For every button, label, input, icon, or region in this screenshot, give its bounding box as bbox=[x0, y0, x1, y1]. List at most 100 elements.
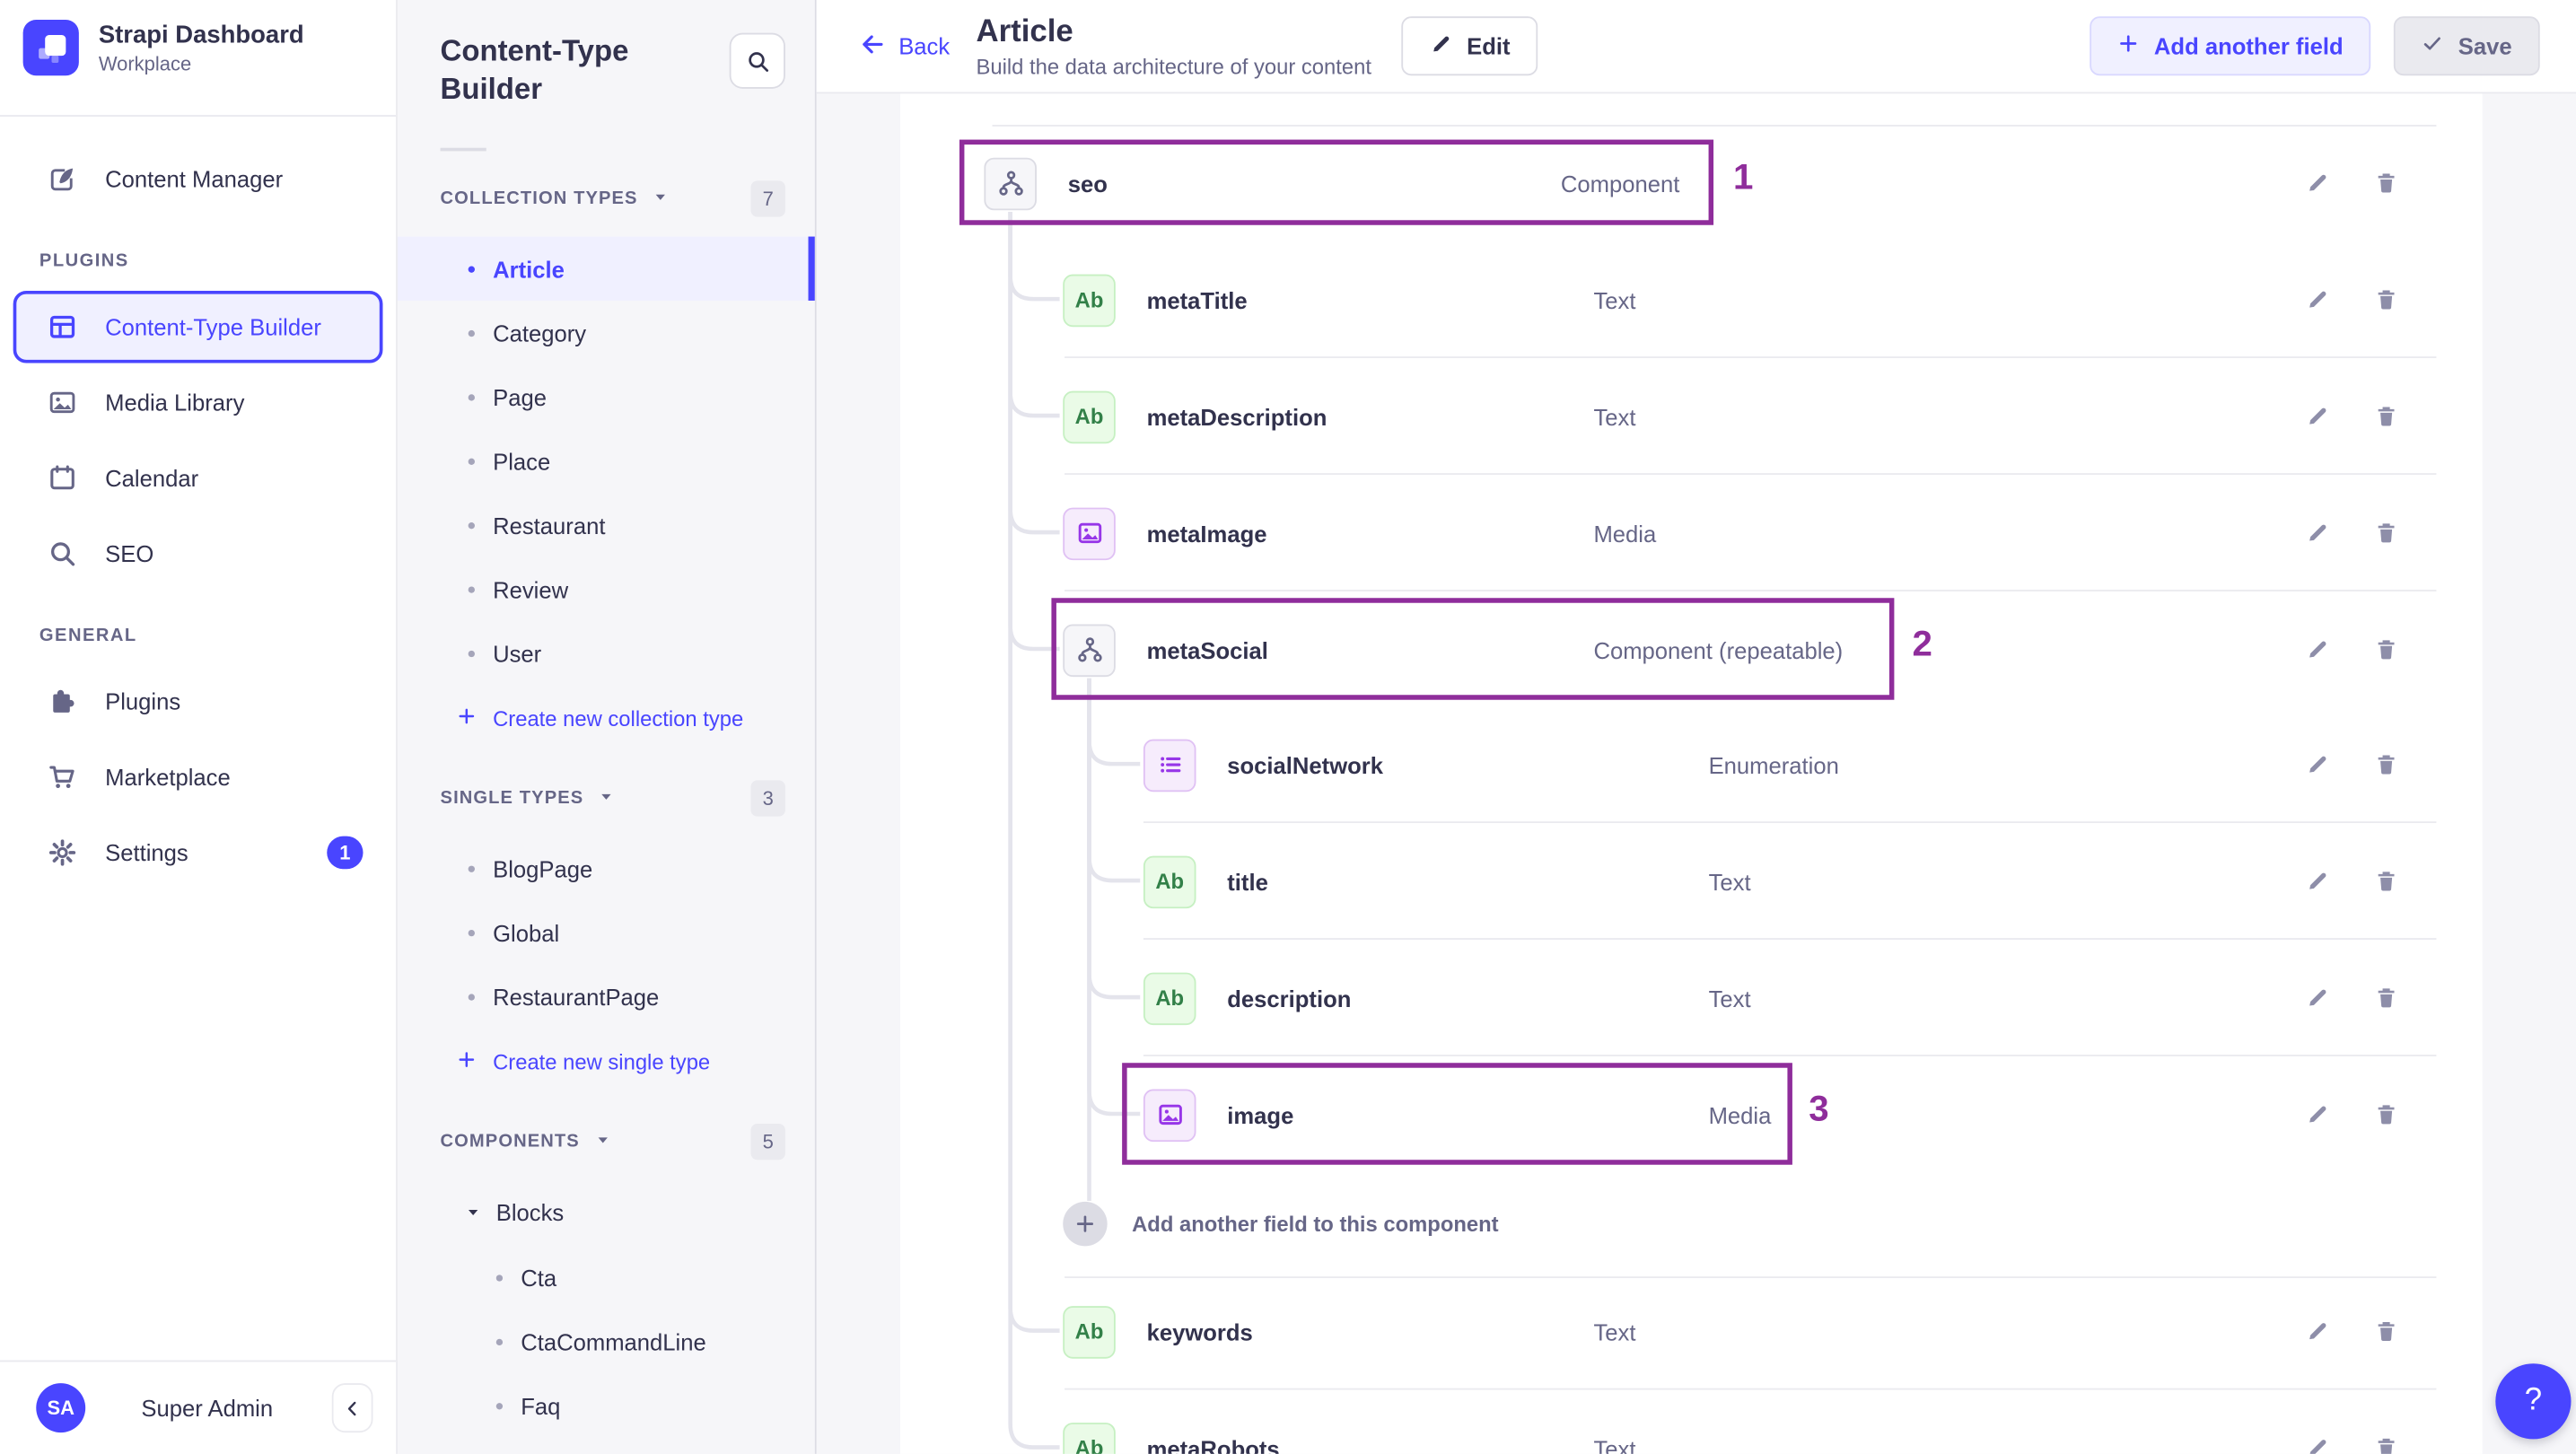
panel-item-place[interactable]: Place bbox=[398, 429, 815, 493]
count-badge: 7 bbox=[750, 180, 785, 217]
add-another-field-button[interactable]: Add another field bbox=[2090, 16, 2371, 76]
create-new-link[interactable]: Create new single type bbox=[398, 1029, 815, 1094]
nav-item-label: Settings bbox=[105, 839, 188, 866]
panel-item-features[interactable]: Features bbox=[398, 1438, 815, 1454]
panel-item-category[interactable]: Category bbox=[398, 301, 815, 364]
trash-icon[interactable] bbox=[2372, 868, 2398, 894]
field-type: Text bbox=[1708, 868, 1751, 895]
text-icon: Ab bbox=[1143, 854, 1196, 908]
field-name: metaRobots bbox=[1146, 1434, 1280, 1454]
panel-section-header[interactable]: SINGLE TYPES 3 bbox=[398, 760, 815, 836]
create-new-link[interactable]: Create new collection type bbox=[398, 685, 815, 750]
row-actions bbox=[2303, 520, 2398, 546]
trash-icon[interactable] bbox=[2372, 286, 2398, 312]
pencil-icon[interactable] bbox=[2303, 403, 2329, 429]
pencil-icon[interactable] bbox=[2303, 170, 2329, 196]
nav-section-label: GENERAL bbox=[39, 626, 137, 646]
panel-group-blocks[interactable]: Blocks bbox=[398, 1179, 815, 1245]
trash-icon[interactable] bbox=[2372, 403, 2398, 429]
panel-section-header[interactable]: COLLECTION TYPES 7 bbox=[398, 161, 815, 236]
trash-icon[interactable] bbox=[2372, 520, 2398, 546]
panel-sections: COLLECTION TYPES 7 Article Category Page Plac… bbox=[397, 161, 815, 1454]
pencil-icon[interactable] bbox=[2303, 1101, 2329, 1127]
nav-item-label: SEO bbox=[105, 540, 154, 567]
pencil-icon[interactable] bbox=[2303, 1318, 2329, 1345]
plus-icon bbox=[2118, 33, 2140, 59]
pencil-icon[interactable] bbox=[2303, 985, 2329, 1011]
panel-section-header[interactable]: COMPONENTS 5 bbox=[398, 1104, 815, 1179]
nav-section-label: PLUGINS bbox=[39, 251, 129, 272]
annotation-number-2: 2 bbox=[1912, 622, 1932, 664]
trash-icon[interactable] bbox=[2372, 1101, 2398, 1127]
trash-icon[interactable] bbox=[2372, 985, 2398, 1011]
trash-icon[interactable] bbox=[2372, 170, 2398, 196]
media-icon bbox=[1063, 506, 1116, 560]
nav-item-calendar[interactable]: Calendar bbox=[13, 442, 383, 514]
trash-icon[interactable] bbox=[2372, 636, 2398, 662]
panel-item-global[interactable]: Global bbox=[398, 900, 815, 964]
help-button[interactable]: ? bbox=[2495, 1363, 2572, 1440]
main-header: Back Article Build the data architecture… bbox=[816, 0, 2576, 94]
text-icon: Ab bbox=[1143, 971, 1196, 1025]
component-icon bbox=[1063, 623, 1116, 677]
text-icon: Ab bbox=[1063, 273, 1116, 327]
pencil-icon[interactable] bbox=[2303, 1435, 2329, 1454]
page-title: Article bbox=[976, 13, 1073, 48]
field-row-socialNetwork: socialNetwork Enumeration bbox=[900, 706, 2483, 823]
nav-item-label: Media Library bbox=[105, 389, 245, 416]
workspace-title: Strapi Dashboard bbox=[98, 20, 304, 48]
back-link[interactable]: Back bbox=[859, 31, 950, 62]
panel-item-restaurant[interactable]: Restaurant bbox=[398, 493, 815, 556]
collapse-sidebar-button[interactable] bbox=[331, 1383, 373, 1433]
row-actions bbox=[2303, 751, 2398, 777]
panel-item-restaurantpage[interactable]: RestaurantPage bbox=[398, 964, 815, 1028]
nav-item-content-type-builder[interactable]: Content-Type Builder bbox=[13, 290, 383, 364]
nav-item-settings[interactable]: Settings 1 bbox=[13, 817, 383, 889]
trash-icon[interactable] bbox=[2372, 1318, 2398, 1345]
pencil-icon[interactable] bbox=[2303, 520, 2329, 546]
media-icon bbox=[1143, 1088, 1196, 1142]
edit-button[interactable]: Edit bbox=[1400, 16, 1538, 76]
strapi-logo[interactable] bbox=[22, 19, 79, 76]
pencil-icon[interactable] bbox=[2303, 751, 2329, 777]
trash-icon[interactable] bbox=[2372, 1435, 2398, 1454]
trash-icon[interactable] bbox=[2372, 751, 2398, 777]
pencil-icon[interactable] bbox=[2303, 636, 2329, 662]
panel-item-page[interactable]: Page bbox=[398, 364, 815, 428]
panel-item-review[interactable]: Review bbox=[398, 556, 815, 620]
panel-item-article[interactable]: Article bbox=[397, 236, 815, 301]
add-field-to-component-button[interactable]: Add another field to this component bbox=[1063, 1200, 1499, 1246]
field-type: Media bbox=[1593, 520, 1657, 547]
panel-item-user[interactable]: User bbox=[398, 621, 815, 685]
nav-item-media-library[interactable]: Media Library bbox=[13, 366, 383, 439]
pencil-icon[interactable] bbox=[2303, 286, 2329, 312]
row-actions bbox=[2303, 1318, 2398, 1345]
field-type: Text bbox=[1593, 1318, 1636, 1345]
field-row-metaDescription: Ab metaDescription Text bbox=[900, 358, 2483, 475]
field-name: seo bbox=[1067, 170, 1108, 197]
divider bbox=[440, 147, 486, 152]
search-button[interactable] bbox=[729, 32, 785, 89]
nav-item-seo[interactable]: SEO bbox=[13, 518, 383, 591]
workspace-brand: Strapi Dashboard Workplace bbox=[0, 0, 396, 95]
panel-item-blogpage[interactable]: BlogPage bbox=[398, 836, 815, 900]
text-field-glyph: Ab bbox=[1074, 287, 1104, 312]
edit-label: Edit bbox=[1467, 32, 1511, 59]
avatar[interactable]: SA bbox=[36, 1383, 86, 1433]
save-button[interactable]: Save bbox=[2394, 16, 2540, 76]
text-field-glyph: Ab bbox=[1155, 869, 1185, 894]
pencil-icon[interactable] bbox=[2303, 868, 2329, 894]
page-subtitle: Build the data architecture of your cont… bbox=[976, 53, 1371, 78]
nav-item-label: Calendar bbox=[105, 464, 199, 492]
nav-item-plugins[interactable]: Plugins bbox=[13, 665, 383, 738]
nav-item-marketplace[interactable]: Marketplace bbox=[13, 740, 383, 813]
panel-item-ctacommandline[interactable]: CtaCommandLine bbox=[398, 1309, 815, 1373]
main-nav: Strapi Dashboard Workplace Content Manag… bbox=[0, 0, 398, 1454]
field-type: Text bbox=[1593, 403, 1636, 430]
nav-item-content-manager[interactable]: Content Manager bbox=[13, 143, 383, 215]
panel-item-faq[interactable]: Faq bbox=[398, 1373, 815, 1437]
row-actions bbox=[2303, 403, 2398, 429]
gear-icon bbox=[46, 836, 79, 870]
panel-item-cta[interactable]: Cta bbox=[398, 1245, 815, 1309]
field-row-seo: seo Component bbox=[900, 125, 2483, 241]
